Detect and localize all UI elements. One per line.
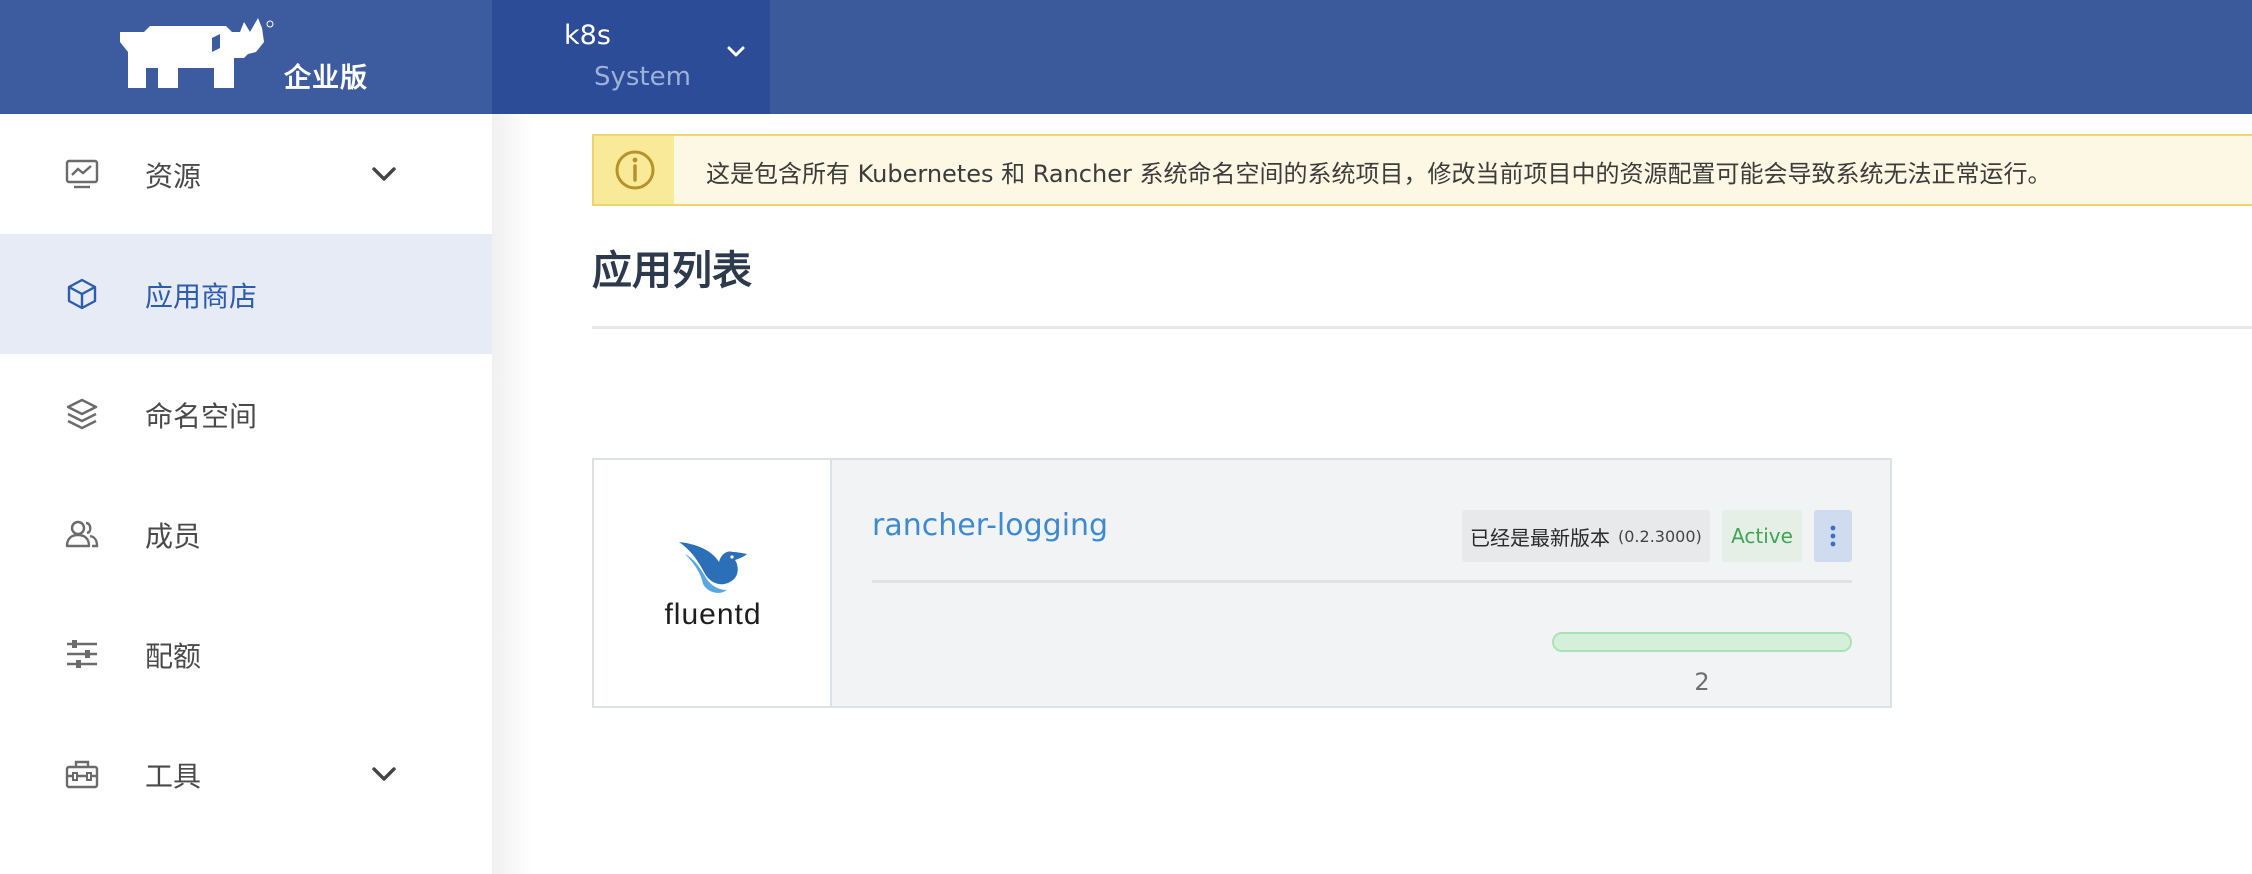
project-switcher[interactable]: k8s System <box>492 0 770 114</box>
edition-label: 企业版 <box>284 63 368 94</box>
app-logo-text: fluentd <box>664 598 762 631</box>
workload-progress-bar <box>1552 632 1852 652</box>
users-icon <box>65 520 99 548</box>
sidebar-item-label: 资源 <box>145 160 202 193</box>
sidebar-item-label: 应用商店 <box>145 280 258 313</box>
sidebar-item-label: 成员 <box>145 520 202 553</box>
rhino-logo-icon <box>120 18 274 88</box>
sidebar-item-members[interactable]: 成员 <box>0 474 492 594</box>
version-badge: 已经是最新版本 (0.2.3000) <box>1462 510 1710 562</box>
sliders-icon <box>67 640 97 668</box>
sidebar: 资源 应用商店 命名空间 成员 配额 工具 <box>0 114 492 874</box>
rancher-logo[interactable]: 企业版 <box>0 0 492 114</box>
cube-icon <box>67 278 97 310</box>
version-number: (0.2.3000) <box>1618 526 1702 546</box>
banner-message: 这是包含所有 Kubernetes 和 Rancher 系统命名空间的系统项目，… <box>706 160 2052 188</box>
chevron-down-icon <box>727 46 745 57</box>
sidebar-item-tools[interactable]: 工具 <box>0 714 492 834</box>
sidebar-item-label: 命名空间 <box>145 400 258 433</box>
app-logo[interactable]: fluentd <box>594 460 832 706</box>
sidebar-shadow <box>492 114 532 874</box>
layers-icon <box>66 398 98 430</box>
card-divider <box>872 580 1852 583</box>
info-icon <box>615 150 655 190</box>
fluentd-bird-icon <box>679 542 747 593</box>
cluster-name: k8s <box>564 20 611 51</box>
chevron-down-icon[interactable] <box>370 164 398 184</box>
toolbox-icon <box>65 760 99 789</box>
banner-icon-box <box>594 136 674 204</box>
progress-fill <box>1554 634 1850 650</box>
sidebar-item-label: 配额 <box>145 640 202 673</box>
sidebar-item-label: 工具 <box>145 760 202 793</box>
app-actions-button[interactable] <box>1814 510 1852 562</box>
page-title: 应用列表 <box>592 248 752 294</box>
app-name-link[interactable]: rancher-logging <box>872 508 1108 543</box>
pod-count: 2 <box>1694 668 1710 696</box>
title-divider <box>592 326 2252 329</box>
chevron-down-icon[interactable] <box>370 764 398 784</box>
sidebar-item-quotas[interactable]: 配额 <box>0 594 492 714</box>
status-badge: Active <box>1722 510 1802 562</box>
system-project-warning-banner: 这是包含所有 Kubernetes 和 Rancher 系统命名空间的系统项目，… <box>592 134 2252 206</box>
project-name: System <box>594 62 691 92</box>
sidebar-item-namespaces[interactable]: 命名空间 <box>0 354 492 474</box>
sidebar-item-catalog[interactable]: 应用商店 <box>0 234 492 354</box>
top-header: 企业版 k8s System <box>0 0 2252 114</box>
sidebar-item-resources[interactable]: 资源 <box>0 114 492 234</box>
monitor-chart-icon <box>65 159 99 189</box>
app-card: fluentd rancher-logging 已经是最新版本 (0.2.300… <box>592 458 1892 708</box>
version-status: 已经是最新版本 <box>1470 525 1610 550</box>
kebab-menu-icon <box>1830 525 1836 547</box>
